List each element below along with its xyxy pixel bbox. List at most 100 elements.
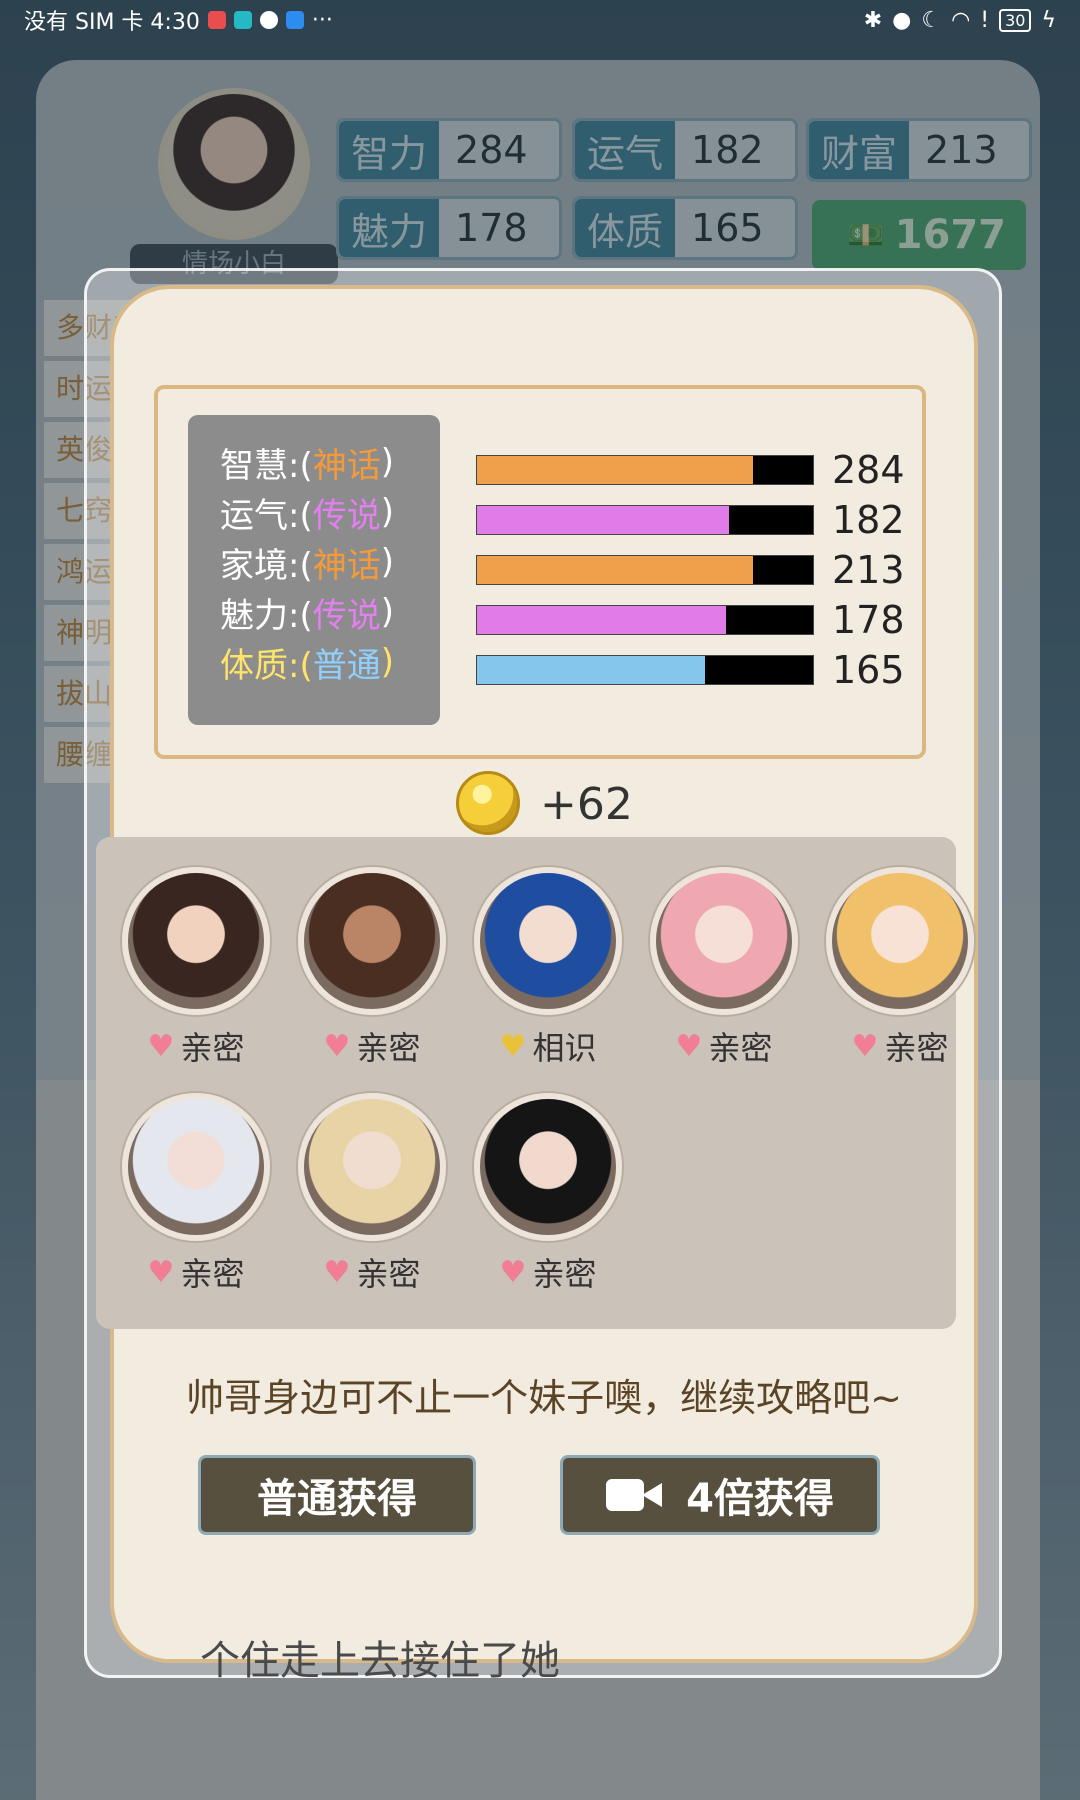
attribute-label: 运气:(传说)	[188, 487, 440, 537]
relation-label: 亲密	[356, 1029, 421, 1067]
relation-label: 相识	[532, 1029, 597, 1067]
pink-heart-icon: ♥	[147, 1254, 175, 1290]
relation-status: ♥ 亲密	[294, 1249, 450, 1295]
girl-card[interactable]: ♥ 相识	[470, 867, 626, 1087]
girl-portrait	[298, 1093, 446, 1241]
girl-card[interactable]: ♥ 亲密	[118, 1093, 274, 1313]
relation-status: ♥ 亲密	[822, 1023, 978, 1069]
pink-heart-icon: ♥	[147, 1028, 175, 1064]
status-bar: 没有 SIM 卡 4:30 ··· ✱ ● ☾ ◠ ! 30 ϟ	[0, 0, 1080, 40]
girl-portrait	[826, 867, 974, 1015]
attribute-bar-row: 213	[476, 545, 916, 595]
girls-grid: ♥ 亲密 ♥ 亲密 ♥ 相识 ♥ 亲密 ♥ 亲密 ♥ 亲密 ♥ 亲密 ♥ 亲密	[96, 837, 974, 1329]
more-icon: ···	[311, 7, 333, 33]
attribute-value: 165	[832, 648, 905, 692]
pink-heart-icon: ♥	[851, 1028, 879, 1064]
attribute-bar-fill	[477, 456, 753, 484]
attribute-value: 182	[832, 498, 905, 542]
pink-heart-icon: ♥	[675, 1028, 703, 1064]
app-icon	[285, 11, 304, 29]
attribute-label: 魅力:(传说)	[188, 587, 440, 637]
coin-reward: +62	[540, 779, 633, 830]
attribute-value: 284	[832, 448, 905, 492]
attribute-bracket: )	[380, 442, 394, 482]
relation-label: 亲密	[708, 1029, 773, 1067]
attribute-bracket: )	[380, 642, 394, 682]
relation-status: ♥ 亲密	[294, 1023, 450, 1069]
pink-heart-icon: ♥	[323, 1254, 351, 1290]
relation-status: ♥ 亲密	[470, 1249, 626, 1295]
attribute-grade: 传说	[312, 595, 381, 636]
attribute-bar	[476, 455, 814, 485]
girl-card[interactable]: ♥ 亲密	[470, 1093, 626, 1313]
video-4x-claim-button[interactable]: 4倍获得	[560, 1455, 880, 1535]
carrier-time: 没有 SIM 卡 4:30	[24, 10, 200, 35]
relation-label: 亲密	[180, 1255, 245, 1293]
attribute-value: 178	[832, 598, 905, 642]
bluetooth-icon: ✱	[863, 7, 883, 33]
video-4x-claim-label: 4倍获得	[686, 1476, 834, 1522]
girl-portrait	[122, 1093, 270, 1241]
girl-card[interactable]: ♥ 亲密	[822, 867, 978, 1087]
attribute-bar-row: 284	[476, 445, 916, 495]
app-icon	[233, 11, 252, 29]
attribute-label: 体质:(普通)	[188, 637, 440, 687]
girl-portrait	[298, 867, 446, 1015]
story-text: 个住走上去接住了她	[200, 1638, 560, 1684]
location-icon: ●	[892, 7, 912, 33]
girl-card[interactable]: ♥ 亲密	[294, 867, 450, 1087]
attribute-bar-row: 182	[476, 495, 916, 545]
attribute-bracket: )	[380, 492, 394, 532]
girl-portrait	[474, 867, 622, 1015]
attribute-bar	[476, 555, 814, 585]
attribute-name: 家境:(	[220, 545, 313, 586]
charging-icon: ϟ	[1041, 7, 1056, 33]
girl-portrait	[474, 1093, 622, 1241]
girl-card[interactable]: ♥ 亲密	[294, 1093, 450, 1313]
video-camera-icon	[606, 1475, 663, 1515]
relation-label: 亲密	[884, 1029, 949, 1067]
attributes-frame: 智慧:(神话) 运气:(传说) 家境:(神话) 魅力:(传说) 体质:(普通) 284 1…	[154, 385, 926, 759]
attribute-bar	[476, 605, 814, 635]
attribute-value: 213	[832, 548, 905, 592]
pink-heart-icon: ♥	[499, 1254, 527, 1290]
girl-card[interactable]: ♥ 亲密	[118, 867, 274, 1087]
attribute-label: 智慧:(神话)	[188, 437, 440, 487]
attribute-name: 魅力:(	[220, 595, 313, 636]
attribute-labels: 智慧:(神话) 运气:(传说) 家境:(神话) 魅力:(传说) 体质:(普通)	[188, 415, 440, 725]
attribute-name: 体质:(	[220, 645, 313, 686]
girl-card[interactable]: ♥ 亲密	[646, 867, 802, 1087]
girl-portrait	[122, 867, 270, 1015]
attribute-bracket: )	[380, 542, 394, 582]
attribute-label: 家境:(神话)	[188, 537, 440, 587]
attribute-bar-fill	[477, 506, 729, 534]
relation-label: 亲密	[180, 1029, 245, 1067]
attribute-bar	[476, 655, 814, 685]
attribute-grade: 传说	[312, 495, 381, 536]
attribute-bar-fill	[477, 656, 706, 684]
attribute-bracket: )	[380, 592, 394, 632]
relation-status: ♥ 亲密	[118, 1023, 274, 1069]
attribute-grade: 神话	[312, 545, 381, 586]
normal-claim-label: 普通获得	[257, 1476, 417, 1522]
app-icon	[207, 11, 226, 29]
normal-claim-button[interactable]: 普通获得	[198, 1455, 476, 1535]
relation-status: ♥ 亲密	[118, 1249, 274, 1295]
reward-dialog: 智慧:(神话) 运气:(传说) 家境:(神话) 魅力:(传说) 体质:(普通) 284 1…	[96, 285, 978, 1663]
attribute-grade: 普通	[312, 645, 381, 686]
gold-heart-icon: ♥	[499, 1028, 527, 1064]
attribute-bar-row: 178	[476, 595, 916, 645]
relation-status: ♥ 相识	[470, 1023, 626, 1069]
attribute-grade: 神话	[312, 445, 381, 486]
attribute-name: 运气:(	[220, 495, 313, 536]
girl-portrait	[650, 867, 798, 1015]
battery-icon: 30	[999, 8, 1032, 32]
coin-icon	[456, 771, 520, 835]
wifi-icon: ◠	[951, 7, 971, 33]
attribute-name: 智慧:(	[220, 445, 313, 486]
alert-icon: !	[980, 7, 990, 33]
pink-heart-icon: ♥	[323, 1028, 351, 1064]
attribute-bar	[476, 505, 814, 535]
attribute-bar-fill	[477, 606, 726, 634]
attribute-bar-fill	[477, 556, 753, 584]
